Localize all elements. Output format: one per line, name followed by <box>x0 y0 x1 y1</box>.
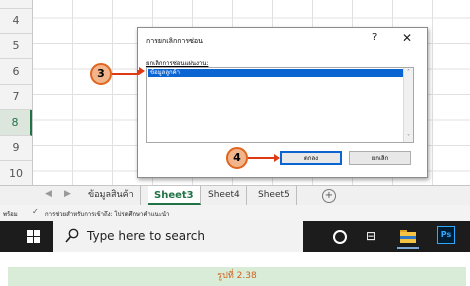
search-icon <box>65 228 79 243</box>
taskbar-search-box[interactable]: Type here to search <box>53 221 303 252</box>
ok-button[interactable]: ตกลง <box>280 151 342 165</box>
row-header[interactable]: 9 <box>0 135 32 161</box>
row-header[interactable]: 5 <box>0 33 32 59</box>
step-4-arrow-head <box>274 154 280 162</box>
help-button[interactable]: ? <box>372 32 377 43</box>
row-header[interactable]: 6 <box>0 59 32 85</box>
close-icon[interactable]: ✕ <box>402 31 412 45</box>
step-3-arrow-line <box>112 73 139 75</box>
prev-sheet-icon[interactable]: ◀ <box>45 189 52 199</box>
sheet-tab[interactable]: Sheet4 <box>202 186 247 205</box>
step-3-arrow-head <box>139 67 145 75</box>
list-scrollbar[interactable]: ˄ ˅ <box>403 68 413 142</box>
figure-caption: รูปที่ 2.38 <box>217 271 257 281</box>
row-header[interactable]: 4 <box>0 8 32 34</box>
sheet-tab[interactable]: Sheet5 <box>252 186 297 205</box>
step-4-arrow-line <box>248 157 275 159</box>
cortana-icon[interactable] <box>333 230 347 244</box>
windows-taskbar: Type here to search ⊟ Ps <box>0 221 470 252</box>
unhide-dialog: การยกเลิกการซ่อน ? ✕ ยกเลิกการซ่อนแผ่นงา… <box>137 27 428 178</box>
file-explorer-icon[interactable] <box>397 225 419 249</box>
status-ready: พร้อม <box>3 211 18 218</box>
step-4-callout: 4 <box>226 147 248 169</box>
status-bar: พร้อม ✓ การช่วยสำหรับการเข้าถึง: โปรดศึก… <box>0 205 470 221</box>
caption-bar: รูปที่ 2.38 <box>8 267 466 286</box>
scroll-up-icon[interactable]: ˄ <box>404 68 413 77</box>
row-header-selected[interactable]: 8 <box>0 110 32 136</box>
add-sheet-icon[interactable]: + <box>322 189 336 203</box>
list-item-selected[interactable]: ข้อมูลลูกค้า <box>148 69 404 77</box>
accessibility-status[interactable]: การช่วยสำหรับการเข้าถึง: โปรดศึกษาคำแนะน… <box>45 209 169 219</box>
task-view-icon[interactable]: ⊟ <box>366 229 376 243</box>
step-3-callout: 3 <box>90 63 112 85</box>
sheet-tab-active[interactable]: Sheet3 <box>148 186 201 205</box>
hidden-sheet-list[interactable]: ข้อมูลลูกค้า ˄ ˅ <box>146 67 414 143</box>
scroll-down-icon[interactable]: ˅ <box>404 133 413 142</box>
windows-icon[interactable] <box>27 230 40 243</box>
accessibility-icon[interactable]: ✓ <box>32 207 39 216</box>
dialog-title: การยกเลิกการซ่อน <box>146 37 203 45</box>
sheet-tab[interactable]: ข้อมูลสินค้า <box>82 186 141 205</box>
cancel-button[interactable]: ยกเลิก <box>349 151 411 165</box>
row-headers: 3 4 5 6 7 8 9 10 <box>0 0 33 187</box>
row-header[interactable]: 10 <box>0 161 32 187</box>
sheet-tab-bar: ◀ ▶ ข้อมูลสินค้า Sheet3 Sheet4 Sheet5 + <box>0 185 470 206</box>
photoshop-icon[interactable]: Ps <box>437 226 455 244</box>
row-header[interactable]: 7 <box>0 84 32 110</box>
search-placeholder: Type here to search <box>87 229 205 243</box>
next-sheet-icon[interactable]: ▶ <box>64 189 71 199</box>
